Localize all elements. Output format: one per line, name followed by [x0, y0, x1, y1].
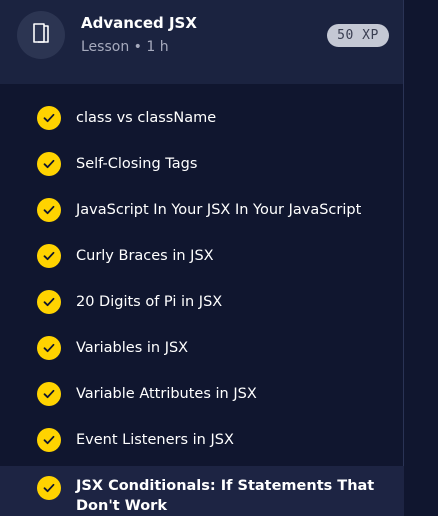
exercise-item[interactable]: Variable Attributes in JSX [0, 380, 404, 408]
exercise-item[interactable]: class vs className [0, 104, 404, 132]
check-icon [37, 106, 61, 130]
check-icon [37, 290, 61, 314]
exercise-label: JavaScript In Your JSX In Your JavaScrip… [76, 202, 362, 218]
exercise-item[interactable]: Curly Braces in JSX [0, 242, 404, 270]
exercise-item-active[interactable]: JSX Conditionals: If Statements That Don… [0, 466, 404, 516]
lesson-title: Advanced JSX [81, 14, 197, 32]
check-icon [37, 476, 61, 500]
check-icon [37, 152, 61, 176]
exercise-label: class vs className [76, 110, 217, 126]
check-icon [37, 428, 61, 452]
exercise-item[interactable]: JavaScript In Your JSX In Your JavaScrip… [0, 196, 404, 224]
lesson-meta: Lesson • 1 h [81, 39, 169, 55]
lesson-header[interactable]: Advanced JSX Lesson • 1 h 50 XP [0, 0, 404, 84]
lesson-icon-circle [17, 11, 65, 59]
check-icon [37, 198, 61, 222]
check-icon [37, 336, 61, 360]
exercise-item[interactable]: Self-Closing Tags [0, 150, 404, 178]
xp-badge: 50 XP [327, 24, 389, 47]
exercise-list: class vs className Self-Closing Tags Jav… [0, 84, 404, 516]
exercise-label: JSX Conditionals: If Statements That Don… [76, 478, 375, 514]
exercise-item[interactable]: Event Listeners in JSX [0, 426, 404, 454]
check-icon [37, 382, 61, 406]
exercise-label: Self-Closing Tags [76, 156, 198, 172]
exercise-label: Variables in JSX [76, 340, 189, 356]
exercise-label: Event Listeners in JSX [76, 432, 234, 448]
lesson-panel: Advanced JSX Lesson • 1 h 50 XP class vs… [0, 0, 438, 516]
exercise-label: Variable Attributes in JSX [76, 386, 257, 402]
check-icon [37, 244, 61, 268]
exercise-label: 20 Digits of Pi in JSX [76, 294, 223, 310]
exercise-item[interactable]: Variables in JSX [0, 334, 404, 362]
exercise-label: Curly Braces in JSX [76, 248, 214, 264]
exercise-item[interactable]: 20 Digits of Pi in JSX [0, 288, 404, 316]
book-icon [29, 21, 53, 49]
